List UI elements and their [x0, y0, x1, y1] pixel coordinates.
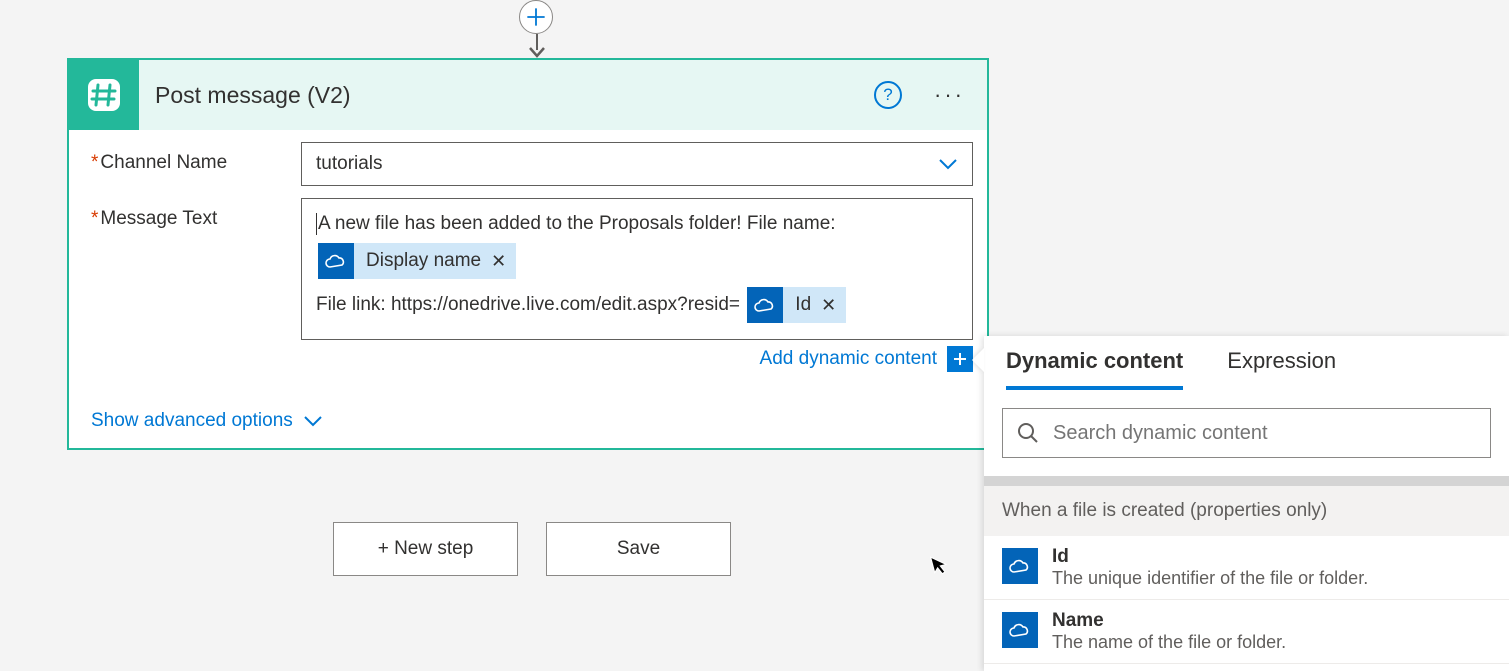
chevron-down-icon	[938, 158, 958, 170]
add-step-button[interactable]	[519, 0, 553, 34]
text-caret	[316, 213, 317, 235]
onedrive-icon	[747, 287, 783, 323]
dynamic-item-title: Name	[1052, 610, 1286, 632]
dynamic-item-desc: The unique identifier of the file or fol…	[1052, 568, 1368, 589]
dynamic-search-input[interactable]	[1053, 422, 1476, 445]
panel-callout-arrow	[972, 348, 984, 372]
add-dynamic-content-link[interactable]: Add dynamic content	[760, 348, 937, 370]
field-channel-name: *Channel Name tutorials	[91, 142, 973, 186]
onedrive-icon	[1002, 548, 1038, 584]
tab-dynamic-content[interactable]: Dynamic content	[1006, 348, 1183, 390]
token-remove-button[interactable]: ✕	[491, 247, 516, 276]
card-body: *Channel Name tutorials *Message Text A …	[69, 130, 987, 448]
panel-divider	[984, 476, 1509, 486]
new-step-button[interactable]: + New step	[333, 522, 518, 576]
dynamic-item-id[interactable]: Id The unique identifier of the file or …	[984, 536, 1509, 600]
save-button[interactable]: Save	[546, 522, 731, 576]
search-icon	[1017, 422, 1039, 444]
token-id[interactable]: Id ✕	[747, 287, 846, 323]
message-text-input[interactable]: A new file has been added to the Proposa…	[301, 198, 973, 340]
show-advanced-options-link[interactable]: Show advanced options	[91, 410, 323, 432]
field-message-text: *Message Text A new file has been added …	[91, 198, 973, 372]
dynamic-panel-tabs: Dynamic content Expression	[984, 336, 1509, 390]
dynamic-item-desc: The name of the file or folder.	[1052, 632, 1286, 653]
slack-hash-icon	[69, 60, 139, 130]
dynamic-item-title: Id	[1052, 546, 1368, 568]
footer-buttons: + New step Save	[333, 522, 731, 576]
plus-icon	[527, 8, 545, 26]
message-text-part1: A new file has been added to the Proposa…	[318, 213, 836, 234]
help-button[interactable]: ?	[874, 81, 902, 109]
add-dynamic-content-icon-button[interactable]	[947, 346, 973, 372]
card-header: Post message (V2) ? ···	[69, 60, 987, 130]
channel-name-select[interactable]: tutorials	[301, 142, 973, 186]
action-card-post-message: Post message (V2) ? ··· *Channel Name tu…	[67, 58, 989, 450]
tab-expression[interactable]: Expression	[1227, 348, 1336, 390]
more-menu-button[interactable]: ···	[934, 82, 965, 108]
chevron-down-icon	[303, 415, 323, 427]
dynamic-group-header: When a file is created (properties only)	[984, 486, 1509, 536]
channel-name-value: tutorials	[316, 153, 383, 175]
mouse-cursor	[929, 552, 950, 577]
dynamic-item-name[interactable]: Name The name of the file or folder.	[984, 600, 1509, 664]
message-text-part2: File link: https://onedrive.live.com/edi…	[316, 294, 740, 315]
token-remove-button[interactable]: ✕	[821, 291, 846, 320]
dynamic-search-box[interactable]	[1002, 408, 1491, 458]
channel-name-label: *Channel Name	[91, 142, 301, 174]
token-display-name[interactable]: Display name ✕	[318, 243, 516, 279]
message-text-label: *Message Text	[91, 198, 301, 230]
plus-lightning-icon	[953, 352, 967, 366]
arrow-down-icon	[528, 34, 546, 60]
card-title: Post message (V2)	[139, 82, 874, 109]
dynamic-content-panel: Dynamic content Expression When a file i…	[984, 336, 1509, 671]
onedrive-icon	[318, 243, 354, 279]
onedrive-icon	[1002, 612, 1038, 648]
